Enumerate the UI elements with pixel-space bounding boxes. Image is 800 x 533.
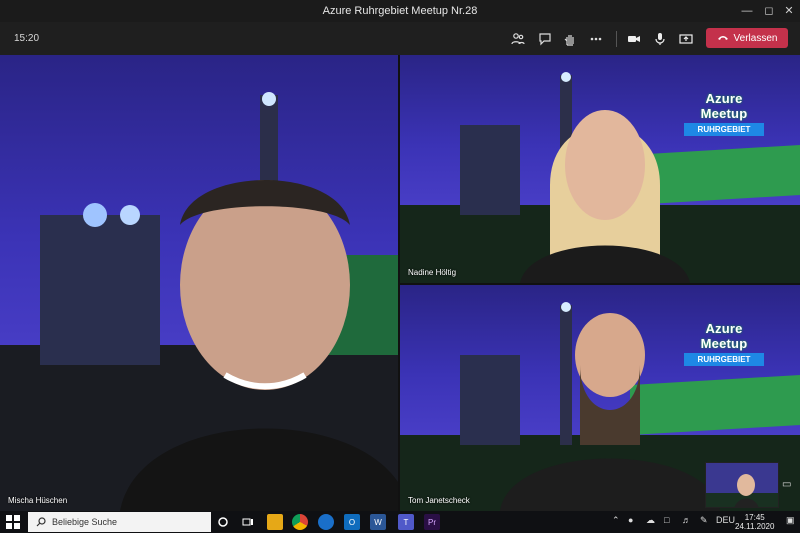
microphone-icon[interactable] xyxy=(650,29,670,49)
hang-up-icon xyxy=(717,36,728,40)
windows-taskbar: Beliebige Suche O W T Pr ⌃ ● ☁ □ ♬ ✎ DEU… xyxy=(0,511,800,533)
search-placeholder: Beliebige Suche xyxy=(52,517,118,527)
more-icon[interactable] xyxy=(586,29,606,49)
self-view[interactable] xyxy=(705,462,779,508)
close-icon[interactable]: ✕ xyxy=(778,2,800,20)
share-screen-icon[interactable] xyxy=(676,29,696,49)
meeting-timer: 15:20 xyxy=(14,33,40,44)
video-tile-main[interactable]: Mischa Hüschen xyxy=(0,55,398,511)
window-titlebar: Azure Ruhrgebiet Meetup Nr.28 — ◻ ✕ xyxy=(0,0,800,22)
participant-name: Nadine Höltig xyxy=(408,268,457,277)
input-language[interactable]: DEU xyxy=(716,515,735,525)
video-feed xyxy=(400,72,800,283)
search-icon xyxy=(36,517,46,527)
logo-subtitle: RUHRGEBIET xyxy=(684,123,764,136)
chat-icon[interactable] xyxy=(535,29,555,49)
window-title: Azure Ruhrgebiet Meetup Nr.28 xyxy=(322,5,478,17)
logo-subtitle: RUHRGEBIET xyxy=(684,353,764,366)
task-view-icon[interactable] xyxy=(240,514,256,530)
video-stage: Mischa Hüschen Azure Meetup RUHRGEBIET N… xyxy=(0,55,800,511)
clock-time: 17:45 xyxy=(744,513,765,522)
self-view-feed xyxy=(706,474,778,507)
minimize-icon[interactable]: — xyxy=(736,2,758,20)
clock-date: 24.11.2020 xyxy=(735,522,775,531)
camera-icon[interactable] xyxy=(624,29,644,49)
participant-name: Tom Janetscheck xyxy=(408,496,470,505)
logo-title: Azure Meetup xyxy=(700,321,748,351)
meeting-toolbar: 15:20 Verlassen xyxy=(0,22,800,55)
azure-meetup-logo: Azure Meetup RUHRGEBIET xyxy=(684,321,764,366)
toolbar-divider xyxy=(616,31,617,47)
password-manager-icon[interactable] xyxy=(318,514,334,530)
taskbar-search-box[interactable]: Beliebige Suche xyxy=(28,512,211,532)
notification-icon[interactable]: ▣ xyxy=(786,515,795,526)
file-explorer-icon[interactable] xyxy=(267,514,283,530)
tray-pen-icon[interactable]: ✎ xyxy=(700,515,708,526)
video-feed xyxy=(0,92,398,511)
leave-label: Verlassen xyxy=(733,32,778,44)
expand-self-view-icon[interactable]: ▭ xyxy=(782,479,791,490)
tray-volume-icon[interactable]: ♬ xyxy=(682,515,691,525)
maximize-icon[interactable]: ◻ xyxy=(758,2,780,20)
taskbar-clock[interactable]: 17:45 24.11.2020 xyxy=(735,513,774,531)
participant-name: Mischa Hüschen xyxy=(8,496,68,505)
tray-chevron-icon[interactable]: ⌃ xyxy=(612,515,620,526)
teams-icon[interactable]: T xyxy=(398,514,414,530)
premiere-icon[interactable]: Pr xyxy=(424,514,440,530)
outlook-icon[interactable]: O xyxy=(344,514,360,530)
word-icon[interactable]: W xyxy=(370,514,386,530)
leave-button[interactable]: Verlassen xyxy=(706,28,788,48)
azure-meetup-logo: Azure Meetup RUHRGEBIET xyxy=(684,91,764,136)
chrome-icon[interactable] xyxy=(292,514,308,530)
tray-cloud-icon[interactable]: ☁ xyxy=(646,515,655,526)
logo-title: Azure Meetup xyxy=(700,91,748,121)
tray-microphone-icon[interactable]: ● xyxy=(628,515,633,525)
video-tile-participant[interactable]: Azure Meetup RUHRGEBIET Nadine Höltig xyxy=(400,55,800,283)
raise-hand-icon[interactable] xyxy=(560,29,580,49)
windows-start-icon[interactable] xyxy=(6,515,20,529)
participants-icon[interactable] xyxy=(508,29,528,49)
cortana-icon[interactable] xyxy=(215,514,231,530)
tray-network-icon[interactable]: □ xyxy=(664,515,669,525)
